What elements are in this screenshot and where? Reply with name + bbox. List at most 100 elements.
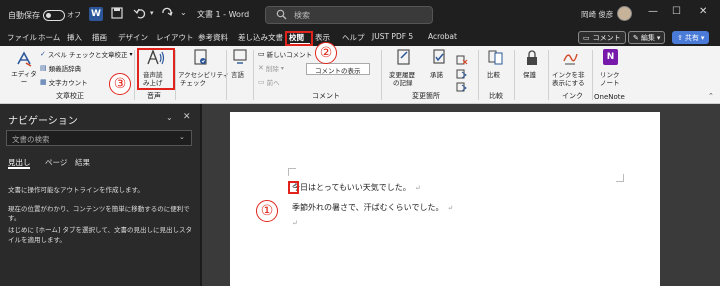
chevron-down-icon[interactable]: ⌄ [179,133,185,141]
previous-comment-button[interactable]: ▭ 前へ [258,77,280,87]
tab-layout[interactable]: レイアウト [156,32,194,43]
group-label-proofing: 文章校正 [56,92,84,100]
navigation-pane: ナビゲーション ⌄ ✕ 文書の検索 ⌄ 見出し ページ 結果 文書に操作可能なア… [0,104,200,286]
nav-help-text-1: 文書に操作可能なアウトラインを作成します。 [8,186,144,194]
tab-design[interactable]: デザイン [118,32,148,43]
margin-corner-mark [288,168,289,176]
nav-search-input[interactable]: 文書の検索 ⌄ [6,130,192,146]
document-empty-line[interactable]: ↵ [292,218,298,227]
tab-help[interactable]: ヘルプ [342,32,365,43]
customize-qat-icon[interactable]: ⌄ [180,8,187,17]
show-comments-label: コメントの表示 [315,67,361,75]
annotation-step-2: ② [315,42,337,64]
autosave-toggle[interactable]: 自動保存 オフ [8,8,81,22]
chevron-down-icon: ▾ [700,33,705,42]
accept-button[interactable]: 承諾 [428,49,452,91]
paragraph-mark-icon: ↵ [414,184,421,192]
avatar[interactable] [617,6,632,21]
maximize-button[interactable]: ☐ [672,6,681,17]
user-name[interactable]: 岡崎 俊彦 [581,9,613,20]
word-count-button[interactable]: ▦ 文字カウント [40,77,88,87]
ribbon-tabs: ファイル ホーム 挿入 描画 デザイン レイアウト 参考資料 差し込み文書 校閲… [0,30,720,46]
cursor-highlight [288,181,299,194]
document-line-1[interactable]: 今日はとってもいい天気でした。 ↵ [292,182,421,193]
editor-icon [15,50,33,72]
document-area: 今日はとってもいい天気でした。 ↵ 季節外れの暑さで、汗ばむくらいでした。 ↵ ↵ [202,104,720,286]
thesaurus-button[interactable]: ▤ 類義語辞典 [40,63,81,73]
save-icon[interactable] [110,6,124,22]
language-label: 言語 [231,71,244,79]
language-button[interactable]: 言語 [230,49,250,91]
editor-button[interactable]: エディター [10,50,38,90]
protect-button[interactable]: 保護 [520,49,544,91]
tab-draw[interactable]: 描画 [92,32,107,43]
linked-notes-button[interactable]: N リンク ノート [598,49,624,91]
tab-insert[interactable]: 挿入 [67,32,82,43]
nav-tab-results[interactable]: 結果 [75,157,90,168]
share-button[interactable]: ⇪ 共有 ▾ [672,31,710,44]
lock-icon [524,49,540,71]
tab-references[interactable]: 参考資料 [198,32,228,43]
document-page[interactable]: 今日はとってもいい天気でした。 ↵ 季節外れの暑さで、汗ばむくらいでした。 ↵ ↵ [230,112,660,286]
document-line-2-text: 季節外れの暑さで、汗ばむくらいでした。 [292,203,444,212]
document-line-2[interactable]: 季節外れの暑さで、汗ばむくらいでした。 ↵ [292,202,453,213]
close-icon[interactable]: ✕ [183,112,191,122]
word-logo-icon: W [89,7,103,21]
chevron-down-icon[interactable]: ⌄ [166,113,173,122]
group-divider [253,50,254,100]
comments-button[interactable]: ▭ コメント [578,31,626,44]
editor-label: エディター [11,70,37,86]
tab-file[interactable]: ファイル [7,32,37,43]
autosave-state: オフ [67,11,81,19]
editing-mode-label: 編集 [640,33,655,42]
accessibility-icon [193,49,209,71]
nav-tab-pages[interactable]: ページ [45,157,67,168]
compare-icon [488,49,504,71]
previous-label: 前へ [266,79,280,87]
counter-icon: ▦ [40,78,47,86]
book-icon: ▤ [40,64,47,72]
share-button-label: 共有 [684,33,699,42]
autosave-label: 自動保存 [8,10,40,20]
group-label-speech: 音声 [147,92,161,100]
new-comment-button[interactable]: ▭ 新しいコメント [258,49,312,59]
close-button[interactable]: ✕ [699,6,707,17]
delete-label: 削除 [265,65,279,73]
group-divider [175,50,176,100]
accessibility-check-button[interactable]: アクセシビリティ チェック [178,49,229,91]
track-changes-button[interactable]: 変更履歴 の記録 [387,49,423,91]
minimize-button[interactable]: — [648,6,658,17]
spell-check-icon: ✓ [40,50,46,58]
undo-dropdown-icon[interactable]: ▾ [150,9,154,17]
group-label-ink: インク [562,92,583,100]
thesaurus-label: 類義語辞典 [48,65,82,73]
spell-check-button[interactable]: ✓ スペル チェックと文章校正 ▾ [40,49,133,59]
group-label-onenote: OneNote [594,93,625,101]
tab-home[interactable]: ホーム [38,32,60,43]
accept-icon [432,49,447,71]
onenote-icon: N [603,49,618,65]
tab-acrobat[interactable]: Acrobat [428,32,457,41]
show-comments-dropdown[interactable]: コメントの表示 [306,63,370,75]
group-divider [134,50,135,100]
compare-button[interactable]: 比較 [484,49,508,91]
redo-icon[interactable] [160,6,174,22]
group-divider [478,50,479,100]
collapse-ribbon-icon[interactable]: ⌃ [708,92,714,100]
delete-comment-button[interactable]: ✕ 削除 ▾ [258,63,284,73]
tab-just-pdf[interactable]: JUST PDF 5 [372,32,413,41]
nav-search-placeholder: 文書の検索 [12,135,50,144]
share-icon: ⇪ [677,33,683,42]
pencil-icon: ✎ [633,33,639,42]
tab-mailings[interactable]: 差し込み文書 [238,32,283,43]
search-box[interactable]: 検索 [265,6,433,24]
toggle-switch-icon[interactable] [43,9,65,21]
read-aloud-highlight [137,48,175,90]
undo-icon[interactable] [133,6,147,22]
group-divider [381,50,382,100]
editing-mode-button[interactable]: ✎ 編集 ▾ [628,31,666,44]
group-divider [514,50,515,100]
comment-icon: ▭ [583,33,590,42]
hide-ink-button[interactable]: インクを非 表示にする [552,49,588,91]
next-change-icon[interactable] [456,77,468,96]
